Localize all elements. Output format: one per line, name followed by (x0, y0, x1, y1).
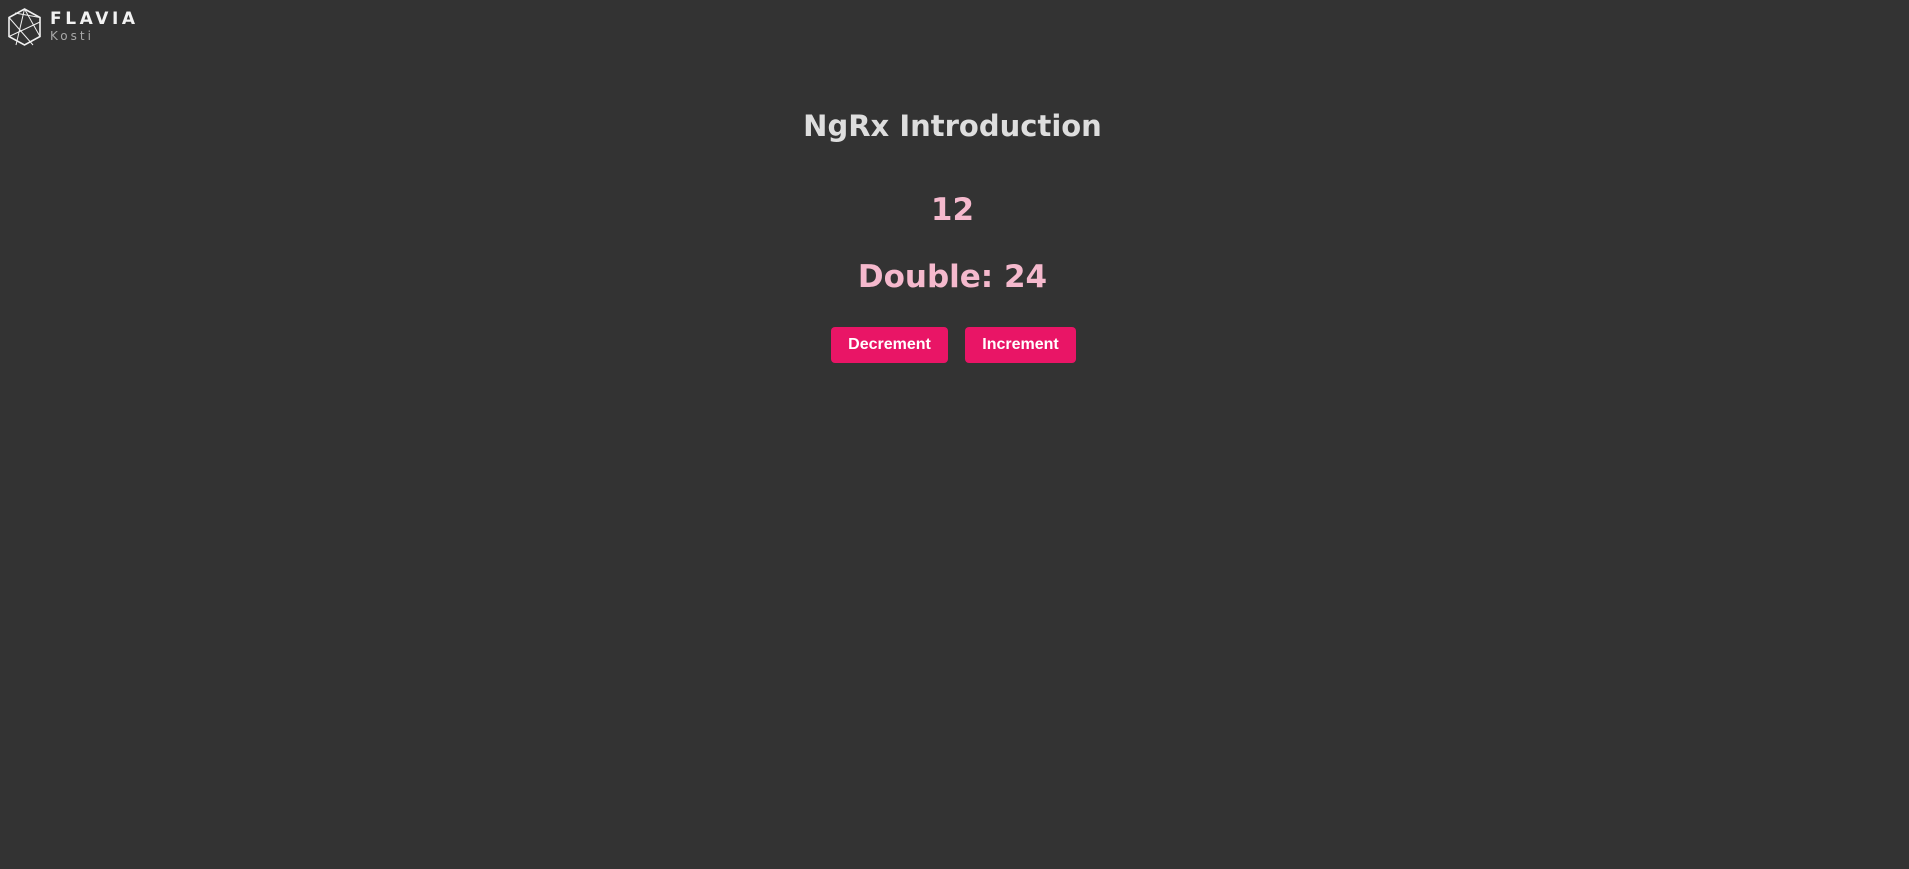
double-value: Double: 24 (857, 259, 1048, 295)
brand-logo[interactable]: FLAVIA Kosti (7, 8, 139, 46)
brand-text: FLAVIA Kosti (50, 9, 139, 43)
counter-controls: Decrement Increment (831, 327, 1076, 363)
page-title: NgRx Introduction (803, 109, 1102, 143)
decrement-button[interactable]: Decrement (831, 327, 948, 363)
geometric-gem-icon (7, 8, 42, 46)
brand-subtitle: Kosti (50, 29, 94, 43)
brand-name: FLAVIA (50, 9, 139, 29)
increment-button[interactable]: Increment (965, 327, 1076, 363)
counter-value: 12 (930, 192, 975, 228)
